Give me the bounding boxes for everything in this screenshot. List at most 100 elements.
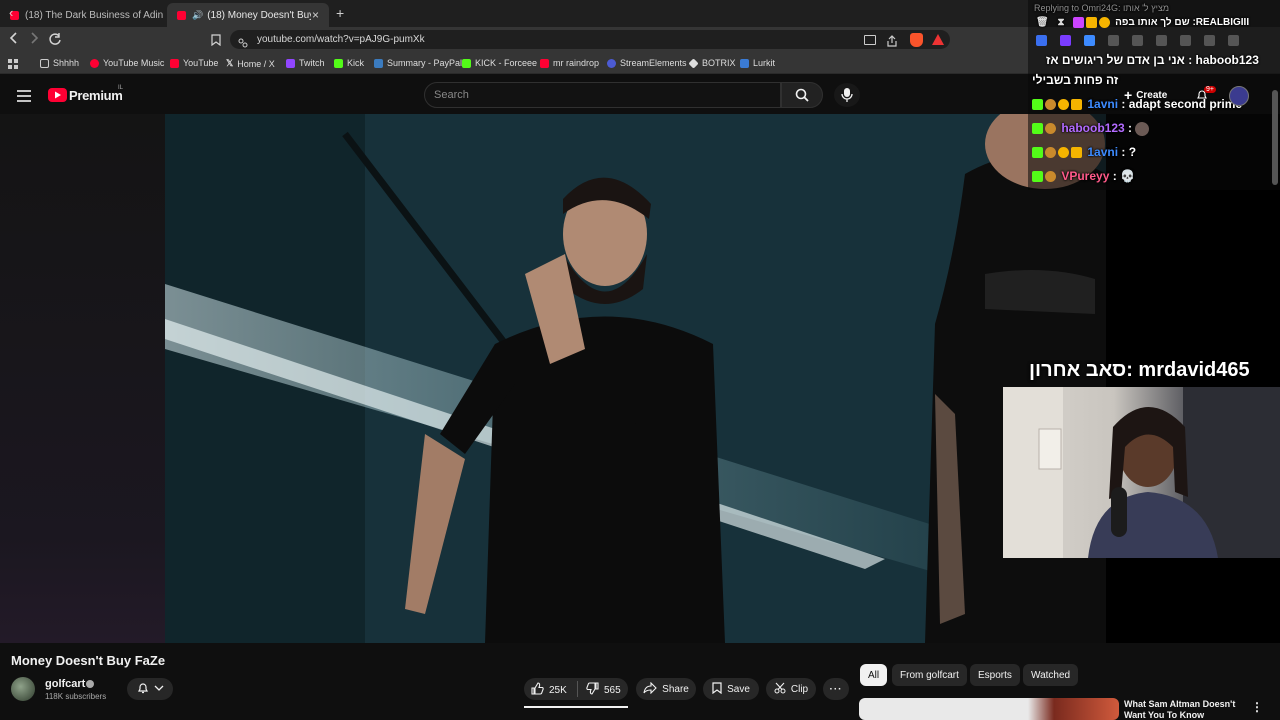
- browser-tab-active[interactable]: 🔊 (18) Money Doesn't Buy FaZe ×: [167, 3, 329, 27]
- bookmark-item[interactable]: StreamElements: [607, 58, 687, 68]
- webcam-frame: [1003, 387, 1280, 558]
- like-divider: [577, 681, 578, 697]
- thumbs-up-icon: [531, 682, 544, 698]
- back-icon[interactable]: ‹: [9, 5, 13, 20]
- channel-name[interactable]: golfcart: [45, 678, 85, 690]
- bookmark-label: StreamElements: [620, 58, 687, 68]
- new-tab-button[interactable]: +: [336, 5, 344, 21]
- search-input[interactable]: [424, 82, 781, 108]
- kick-icon: [334, 58, 343, 68]
- create-button[interactable]: + Create: [1124, 87, 1167, 103]
- more-actions-button[interactable]: ···: [823, 678, 849, 700]
- cc-icon[interactable]: [1132, 34, 1143, 46]
- clip-label: Clip: [790, 683, 809, 695]
- bookmark-label: mr raindrop: [553, 58, 600, 68]
- youtube-icon: [540, 58, 549, 68]
- brave-shields-icon[interactable]: [910, 33, 923, 47]
- bookmark-item[interactable]: mr raindrop: [540, 58, 599, 68]
- bookmark-page-icon[interactable]: [211, 33, 221, 47]
- fullscreen-icon[interactable]: [1228, 34, 1239, 46]
- menu-icon[interactable]: [17, 89, 31, 102]
- chip-watched[interactable]: Watched: [1023, 664, 1079, 686]
- bookmark-label: Twitch: [299, 58, 325, 68]
- bookmark-item[interactable]: Summary - PayPal: [374, 58, 462, 68]
- chat-message-hebrew: אני בן אדם של ריגושים אז : haboob123: [1046, 53, 1259, 67]
- bookmark-item[interactable]: YouTube Music: [90, 58, 164, 68]
- reply-line: Replying to Omri24G: מציץ ל' אותו: [1034, 3, 1170, 13]
- settings-icon[interactable]: [1156, 34, 1167, 46]
- verified-icon: [86, 680, 94, 688]
- chat-text: אני בן אדם של ריגושים אז : haboob123: [1046, 53, 1259, 67]
- chip-from-channel[interactable]: From golfcart: [892, 664, 967, 686]
- chip-all[interactable]: All: [860, 664, 888, 686]
- youtube-icon: [170, 58, 179, 68]
- kick-badge-icon: [1032, 147, 1043, 159]
- clip-button[interactable]: Clip: [766, 678, 816, 700]
- tab-label: (18) Money Doesn't Buy FaZe: [207, 9, 311, 21]
- voice-search-button[interactable]: [834, 83, 860, 107]
- streamer-webcam: [1003, 387, 1280, 558]
- hourglass-icon[interactable]: ⧗: [1057, 17, 1064, 28]
- bookmark-label: KICK - Forceee: [475, 58, 538, 68]
- reload-button[interactable]: [48, 32, 62, 46]
- video-frame: [165, 114, 1106, 643]
- bookmark-label: Shhhh: [53, 58, 80, 68]
- badge-icon: [1086, 17, 1098, 28]
- site-info-icon[interactable]: [238, 35, 248, 48]
- cc-icon[interactable]: [1108, 34, 1119, 46]
- scrollbar-thumb[interactable]: [1272, 90, 1278, 185]
- video-player[interactable]: [165, 114, 1106, 643]
- bookmark-item[interactable]: KICK - Forceee: [462, 58, 537, 68]
- badge-icon: [1099, 17, 1111, 28]
- youtube-favicon-icon: [177, 10, 186, 20]
- back-button[interactable]: [8, 31, 20, 45]
- channel-avatar[interactable]: [11, 677, 35, 701]
- like-button[interactable]: 25K: [531, 682, 567, 698]
- bookmark-label: Lurkit: [753, 58, 776, 68]
- chat-message: haboob123 :: [1032, 121, 1150, 136]
- bookmark-item[interactable]: YouTube: [170, 58, 218, 68]
- share-button[interactable]: Share: [636, 678, 696, 700]
- browser-tab[interactable]: (18) The Dark Business of Adin Ross: [0, 3, 165, 27]
- next-video-title[interactable]: What Sam Altman Doesn't Want You To Know: [1124, 699, 1240, 720]
- brave-rewards-icon[interactable]: [932, 34, 944, 45]
- bookmark-item[interactable]: BOTRIX: [688, 57, 736, 69]
- dislike-button[interactable]: 565: [586, 682, 621, 698]
- close-tab-icon[interactable]: ×: [312, 8, 319, 22]
- bookmark-item[interactable]: Kick: [334, 58, 364, 68]
- tab-label: (18) The Dark Business of Adin Ross: [25, 9, 165, 21]
- youtube-premium-logo[interactable]: Premium: [69, 88, 123, 103]
- save-button[interactable]: Save: [703, 678, 759, 700]
- subscribed-notifications-button[interactable]: [127, 678, 173, 700]
- bookmark-item[interactable]: Shhhh: [40, 58, 79, 68]
- chip-esports[interactable]: Esports: [970, 664, 1020, 686]
- more-vertical-icon[interactable]: ⋮: [1251, 700, 1263, 714]
- badge-icon: [1045, 99, 1056, 111]
- theater-icon[interactable]: [1204, 34, 1215, 46]
- emote-icon: [1135, 121, 1150, 136]
- upload-icon[interactable]: [1036, 34, 1047, 46]
- badge-icon: [1045, 147, 1056, 159]
- region-code: IL: [118, 85, 124, 91]
- kick-badge-icon: [1032, 123, 1043, 135]
- share-page-icon[interactable]: [886, 34, 898, 47]
- cast-icon[interactable]: [864, 35, 876, 45]
- twitch-icon: [286, 58, 295, 68]
- forward-button[interactable]: [28, 31, 40, 45]
- kick-badge-icon: [1032, 99, 1043, 111]
- account-avatar[interactable]: [1229, 86, 1249, 106]
- chevron-down-icon: [154, 684, 164, 695]
- youtube-music-icon: [90, 58, 99, 68]
- botrix-icon: [688, 57, 699, 69]
- save-icon: [712, 681, 722, 697]
- more-horizontal-icon: ···: [829, 683, 843, 695]
- bookmark-item[interactable]: Lurkit: [740, 58, 775, 68]
- subscriber-count: 118K subscribers: [45, 692, 107, 701]
- trash-icon[interactable]: 🗑: [1036, 17, 1049, 28]
- bookmark-item[interactable]: 𝕏 Home / X: [226, 58, 275, 69]
- next-video-thumbnail[interactable]: [859, 698, 1119, 720]
- apps-grid-icon[interactable]: [8, 57, 19, 69]
- youtube-logo-icon[interactable]: [48, 88, 67, 102]
- bookmark-item[interactable]: Twitch: [286, 58, 325, 68]
- miniplayer-icon[interactable]: [1180, 34, 1191, 46]
